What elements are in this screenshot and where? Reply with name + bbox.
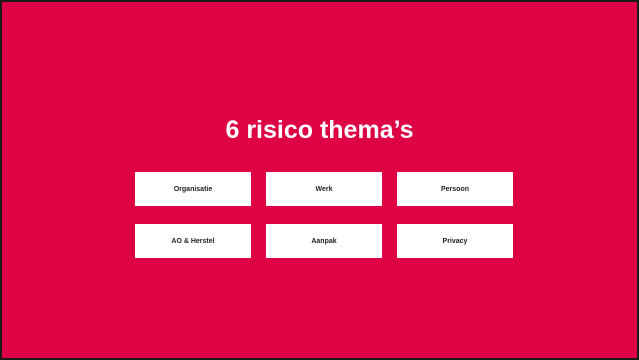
presentation-slide: 6 risico thema’s Organisatie Werk Persoo… xyxy=(0,0,639,360)
theme-tile-organisatie[interactable]: Organisatie xyxy=(135,172,251,206)
theme-label: Aanpak xyxy=(311,237,337,245)
theme-label: AO & Herstel xyxy=(171,237,215,245)
theme-label: Organisatie xyxy=(173,185,213,193)
theme-label: Werk xyxy=(315,185,333,193)
theme-label: Persoon xyxy=(440,185,469,193)
theme-tile-werk[interactable]: Werk xyxy=(266,172,382,206)
theme-tile-persoon[interactable]: Persoon xyxy=(397,172,513,206)
theme-tile-privacy[interactable]: Privacy xyxy=(397,224,513,258)
theme-tile-ao-herstel[interactable]: AO & Herstel xyxy=(135,224,251,258)
theme-tile-aanpak[interactable]: Aanpak xyxy=(266,224,382,258)
theme-label: Privacy xyxy=(442,237,468,245)
slide-title: 6 risico thema’s xyxy=(225,116,414,144)
